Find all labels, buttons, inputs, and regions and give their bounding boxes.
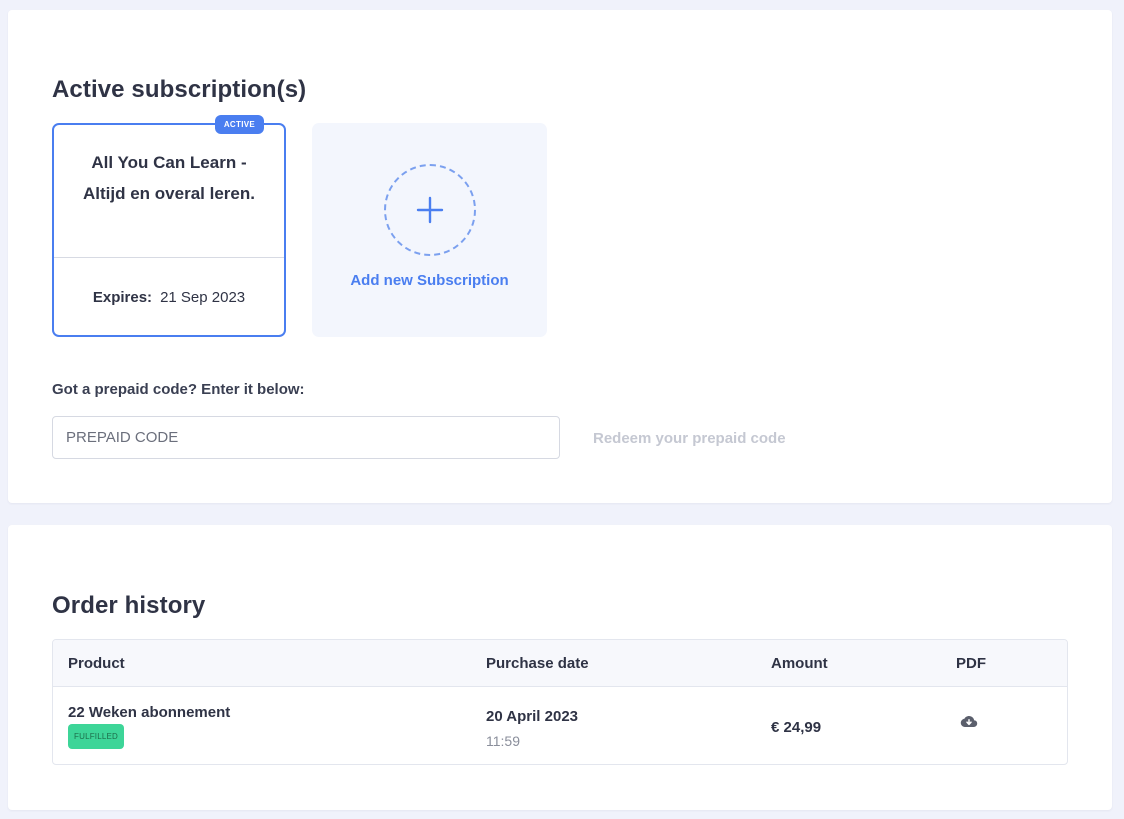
order-amount: € 24,99 [771,719,822,736]
order-history-title: Order history [52,592,206,619]
column-header-amount[interactable]: Amount [771,655,828,672]
table-row: 22 Weken abonnement FULFILLED 20 April 2… [53,688,1067,764]
redeem-button[interactable]: Redeem your prepaid code [593,430,786,447]
add-subscription-label: Add new Subscription [350,272,509,289]
subscription-expiry: Expires: 21 Sep 2023 [54,289,284,306]
card-divider [54,257,284,258]
prepaid-code-input[interactable] [52,416,560,459]
add-circle [384,164,476,256]
status-badge: FULFILLED [68,724,125,749]
column-header-pdf: PDF [956,655,986,672]
cloud-download-icon[interactable] [960,715,978,734]
table-header: Product Purchase date Amount PDF [53,640,1067,687]
product-name: 22 Weken abonnement [68,704,231,721]
subscription-card[interactable]: ACTIVE All You Can Learn - Altijd en ove… [52,115,286,337]
prepaid-label: Got a prepaid code? Enter it below: [52,381,305,398]
subscriptions-panel: Active subscription(s) ACTIVE All You Ca… [8,10,1112,503]
active-badge: ACTIVE [214,115,264,134]
subscription-name: All You Can Learn - Altijd en overal ler… [83,153,255,203]
column-header-product[interactable]: Product [68,655,125,672]
subscriptions-title: Active subscription(s) [52,76,307,103]
purchase-time: 11:59 [486,733,520,749]
add-subscription-button[interactable]: Add new Subscription [312,123,547,337]
expires-value: 21 Sep 2023 [160,289,246,306]
column-header-purchase-date[interactable]: Purchase date [486,655,589,672]
purchase-date: 20 April 2023 [486,708,578,725]
order-history-panel: Order history Product Purchase date Amou… [8,525,1112,810]
plus-icon [416,196,444,224]
order-table: Product Purchase date Amount PDF 22 Weke… [52,639,1068,765]
expires-label: Expires: [92,289,153,306]
